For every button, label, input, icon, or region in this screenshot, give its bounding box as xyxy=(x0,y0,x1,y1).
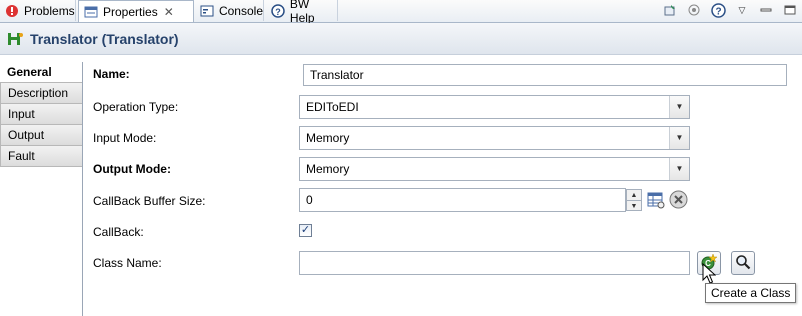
tab-console[interactable]: Console xyxy=(196,0,264,21)
side-tab-description[interactable]: Description xyxy=(0,83,82,104)
callback-buffer-label: CallBack Buffer Size: xyxy=(93,194,206,208)
callback-checkbox[interactable]: ✓ xyxy=(299,224,312,237)
chevron-down-icon[interactable]: ▼ xyxy=(669,96,689,118)
operation-type-select[interactable]: EDIToEDI ▼ xyxy=(299,95,690,119)
quantity-stepper[interactable]: ▲ ▼ xyxy=(626,189,642,211)
side-tab-general[interactable]: General xyxy=(0,62,82,83)
help-icon[interactable]: ? xyxy=(710,2,726,18)
operation-type-value: EDIToEDI xyxy=(306,100,359,114)
spin-up-icon[interactable]: ▲ xyxy=(627,190,641,201)
tab-bw-help[interactable]: ? BW Help xyxy=(266,0,338,25)
output-mode-select[interactable]: Memory ▼ xyxy=(299,157,690,181)
table-icon[interactable] xyxy=(647,191,665,212)
name-label: Name: xyxy=(93,67,130,81)
class-name-input[interactable] xyxy=(299,251,690,275)
spin-down-icon[interactable]: ▼ xyxy=(627,201,641,211)
tooltip: Create a Class xyxy=(705,283,797,303)
console-icon xyxy=(200,3,215,19)
output-mode-value: Memory xyxy=(306,162,350,176)
input-mode-select[interactable]: Memory ▼ xyxy=(299,126,690,150)
side-tab-fault[interactable]: Fault xyxy=(0,146,82,167)
side-tab-input[interactable]: Input xyxy=(0,104,82,125)
svg-text:?: ? xyxy=(715,6,721,17)
tab-label: Problems xyxy=(24,3,75,18)
name-field[interactable]: Translator xyxy=(303,64,787,86)
callback-buffer-input[interactable]: 0 xyxy=(299,188,626,212)
chevron-down-icon[interactable]: ▼ xyxy=(669,127,689,149)
callback-label: CallBack: xyxy=(93,225,144,239)
translator-icon xyxy=(6,30,24,48)
view-menu-icon[interactable]: ▽ xyxy=(734,2,750,18)
search-icon xyxy=(735,254,751,273)
side-tab-output[interactable]: Output xyxy=(0,125,82,146)
tab-properties[interactable]: Properties ✕ xyxy=(78,0,194,22)
tab-problems[interactable]: Problems xyxy=(0,0,76,21)
side-tab-list: General Description Input Output Fault xyxy=(0,62,83,316)
browse-class-button[interactable] xyxy=(731,251,755,275)
view-tab-bar: Problems Properties ✕ Console ? BW Help … xyxy=(0,0,802,25)
class-name-label: Class Name: xyxy=(93,256,162,270)
view-toolbar: ? ▽ xyxy=(662,2,798,18)
problems-icon xyxy=(4,3,20,19)
input-mode-value: Memory xyxy=(306,131,350,145)
minimize-icon[interactable] xyxy=(758,2,774,18)
help-icon: ? xyxy=(270,3,286,19)
clear-icon[interactable] xyxy=(669,190,688,212)
filter-icon[interactable] xyxy=(686,2,702,18)
mouse-cursor-icon xyxy=(702,263,716,284)
svg-text:?: ? xyxy=(275,7,281,17)
chevron-down-icon[interactable]: ▼ xyxy=(669,158,689,180)
properties-header: Translator (Translator) xyxy=(0,23,802,55)
tab-label: Properties xyxy=(103,4,158,19)
properties-icon xyxy=(83,4,99,20)
page-title: Translator (Translator) xyxy=(30,30,179,47)
tab-label: Console xyxy=(218,3,263,18)
maximize-icon[interactable] xyxy=(782,2,798,18)
output-mode-label: Output Mode: xyxy=(93,162,171,176)
input-mode-label: Input Mode: xyxy=(93,131,157,145)
tab-label: BW Help xyxy=(289,0,315,25)
operation-type-label: Operation Type: xyxy=(93,100,179,114)
pin-icon[interactable] xyxy=(662,2,678,18)
close-icon[interactable]: ✕ xyxy=(164,5,174,19)
